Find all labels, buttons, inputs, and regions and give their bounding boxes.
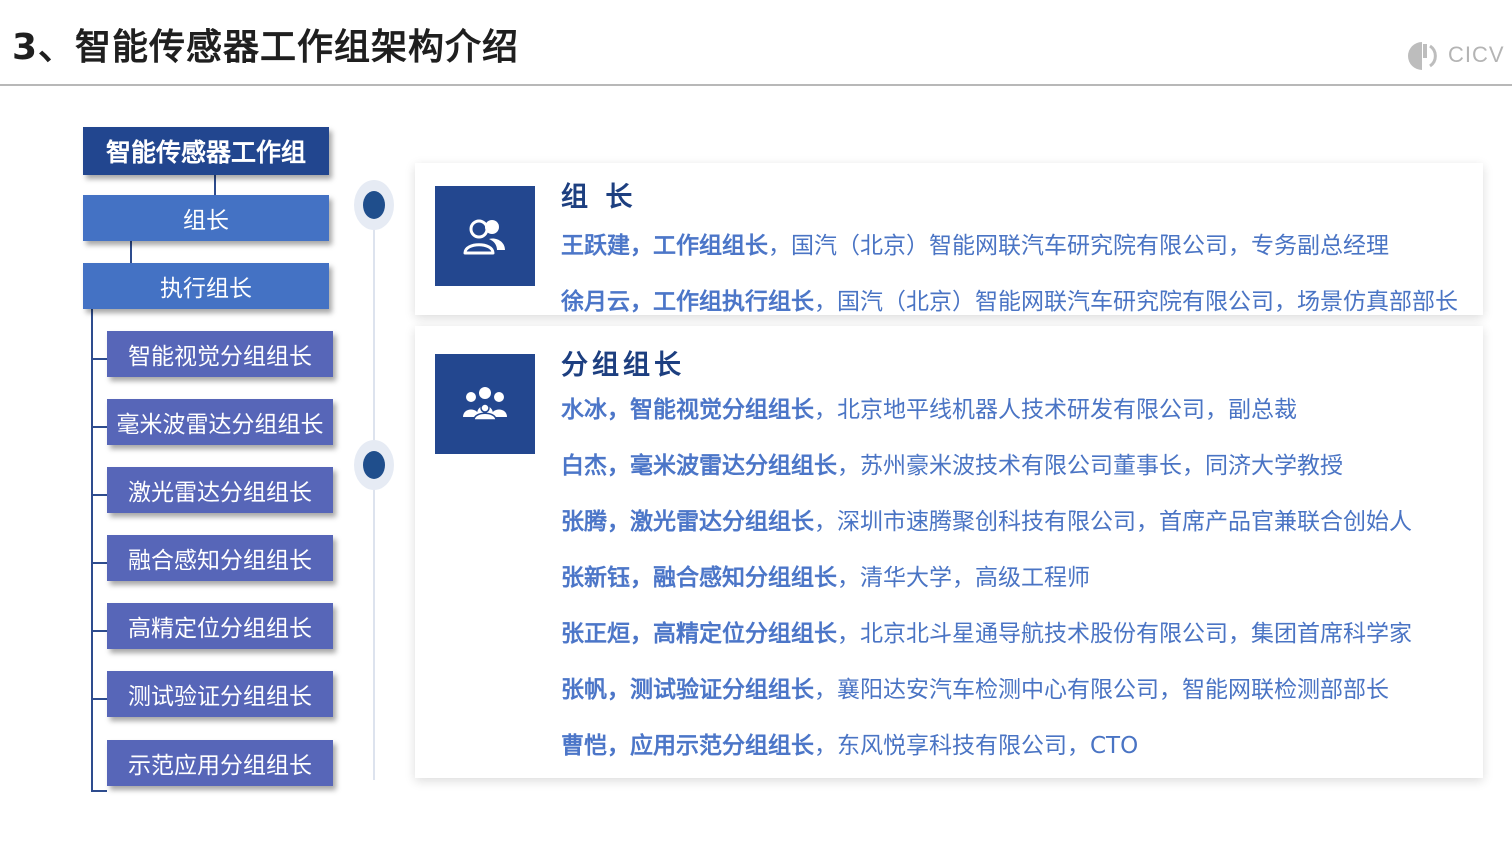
subgroup-leader-detail: ，清华大学，高级工程师 <box>837 565 1090 591</box>
leader-name-role: 徐月云，工作组执行组长 <box>561 289 814 315</box>
subgroup-leader-detail: ，深圳市速腾聚创科技有限公司，首席产品官兼联合创始人 <box>814 509 1412 535</box>
subgroup-leader-detail: ，襄阳达安汽车检测中心有限公司，智能网联检测部部长 <box>814 677 1389 703</box>
leaders-title: 组 长 <box>561 182 637 213</box>
branch-2 <box>91 426 107 428</box>
timeline-dot-subgroups <box>354 440 394 490</box>
subgroup-leader-detail: ，苏州豪米波技术有限公司董事长，同济大学教授 <box>837 453 1343 479</box>
subgroup-leader-detail: ，东风悦享科技有限公司，CTO <box>814 733 1139 759</box>
leader-row: 王跃建，工作组组长，国汽（北京）智能网联汽车研究院有限公司，专务副总经理 <box>561 226 1389 260</box>
org-subgroup-box: 测试验证分组组长 <box>107 671 333 717</box>
subgroup-leader-name-role: 水冰，智能视觉分组组长 <box>561 397 814 423</box>
subgroup-leader-row: 张腾，激光雷达分组组长，深圳市速腾聚创科技有限公司，首席产品官兼联合创始人 <box>561 502 1412 536</box>
subgroup-leader-detail: ，北京北斗星通导航技术股份有限公司，集团首席科学家 <box>837 621 1412 647</box>
org-leader-box: 组长 <box>83 195 329 241</box>
leader-row: 徐月云，工作组执行组长，国汽（北京）智能网联汽车研究院有限公司，场景仿真部部长 <box>561 282 1458 316</box>
org-subgroup-box: 示范应用分组组长 <box>107 740 333 786</box>
connector-leader-exec <box>130 241 132 263</box>
leader-detail: ，国汽（北京）智能网联汽车研究院有限公司，场景仿真部部长 <box>814 289 1458 315</box>
leader-detail: ，国汽（北京）智能网联汽车研究院有限公司，专务副总经理 <box>768 233 1389 259</box>
subgroup-leader-name-role: 张腾，激光雷达分组组长 <box>561 509 814 535</box>
org-subgroup-box: 高精定位分组组长 <box>107 603 333 649</box>
branch-4 <box>91 562 107 564</box>
subgroup-leader-row: 曹恺，应用示范分组组长，东风悦享科技有限公司，CTO <box>561 726 1138 760</box>
connector-exec-subgroups <box>91 309 93 792</box>
org-subgroup-box: 融合感知分组组长 <box>107 535 333 581</box>
subgroup-leaders-title: 分组组长 <box>561 350 685 381</box>
org-subgroup-box: 智能视觉分组组长 <box>107 331 333 377</box>
logo-text: CICV <box>1448 42 1505 67</box>
team-icon <box>435 354 535 454</box>
page-title: 3、智能传感器工作组架构介绍 <box>12 27 520 68</box>
branch-1 <box>91 358 107 360</box>
subgroup-leader-row: 张正烜，高精定位分组组长，北京北斗星通导航技术股份有限公司，集团首席科学家 <box>561 614 1412 648</box>
timeline-dot-leaders <box>354 180 394 230</box>
subgroup-leader-detail: ，北京地平线机器人技术研发有限公司，副总裁 <box>814 397 1297 423</box>
branch-3 <box>91 494 107 496</box>
subgroup-leader-name-role: 白杰，毫米波雷达分组组长 <box>561 453 837 479</box>
subgroup-leader-row: 张新钰，融合感知分组组长，清华大学，高级工程师 <box>561 558 1090 592</box>
subgroup-leader-row: 白杰，毫米波雷达分组组长，苏州豪米波技术有限公司董事长，同济大学教授 <box>561 446 1343 480</box>
org-root-box: 智能传感器工作组 <box>83 127 329 175</box>
branch-7 <box>91 790 107 792</box>
org-subgroup-box: 毫米波雷达分组组长 <box>107 399 333 445</box>
org-subgroup-box: 激光雷达分组组长 <box>107 467 333 513</box>
logo-mark-icon <box>1408 42 1437 70</box>
header-divider <box>0 84 1512 86</box>
subgroup-leader-name-role: 张正烜，高精定位分组组长 <box>561 621 837 647</box>
branch-5 <box>91 630 107 632</box>
users-icon <box>435 186 535 286</box>
cicv-logo: CICV <box>1406 38 1506 74</box>
subgroup-leader-name-role: 张帆，测试验证分组组长 <box>561 677 814 703</box>
subgroup-leader-name-role: 曹恺，应用示范分组组长 <box>561 733 814 759</box>
branch-6 <box>91 698 107 700</box>
connector-root-leader <box>214 175 216 195</box>
subgroup-leader-name-role: 张新钰，融合感知分组组长 <box>561 565 837 591</box>
subgroup-leader-row: 张帆，测试验证分组组长，襄阳达安汽车检测中心有限公司，智能网联检测部部长 <box>561 670 1389 704</box>
subgroup-leader-row: 水冰，智能视觉分组组长，北京地平线机器人技术研发有限公司，副总裁 <box>561 390 1297 424</box>
org-executive-leader-box: 执行组长 <box>83 263 329 309</box>
leader-name-role: 王跃建，工作组组长 <box>561 233 768 259</box>
